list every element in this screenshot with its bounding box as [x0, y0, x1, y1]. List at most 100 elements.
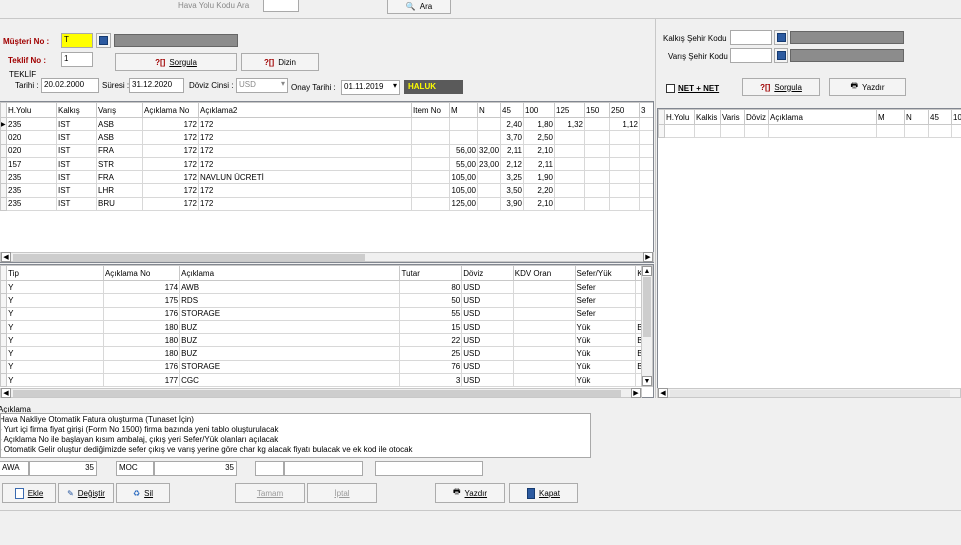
- table-cell[interactable]: 105,00: [449, 170, 478, 185]
- table-cell[interactable]: [584, 143, 610, 158]
- table-row[interactable]: [658, 123, 961, 139]
- table-cell[interactable]: [584, 196, 610, 212]
- table-cell[interactable]: Yük: [574, 346, 637, 361]
- table-cell[interactable]: [411, 170, 450, 185]
- table-cell[interactable]: [639, 183, 653, 198]
- charges-horizontal-scrollbar[interactable]: ◀ ▶: [0, 388, 642, 398]
- charges-col-header[interactable]: Sefer/Yük: [574, 265, 637, 281]
- index-button[interactable]: ?[] Dizin: [241, 53, 319, 71]
- table-cell[interactable]: [584, 170, 610, 185]
- charges-col-header[interactable]: KDV Oran: [512, 265, 576, 281]
- table-cell[interactable]: [411, 143, 450, 158]
- table-cell[interactable]: 55,00: [449, 156, 478, 172]
- table-cell[interactable]: [584, 116, 610, 132]
- awa-value-field[interactable]: 35: [29, 461, 97, 476]
- extra-field-2[interactable]: [284, 461, 363, 476]
- table-cell[interactable]: STR: [96, 156, 143, 172]
- table-cell[interactable]: 172: [142, 116, 199, 132]
- table-cell[interactable]: [411, 196, 450, 212]
- table-cell[interactable]: [609, 130, 640, 145]
- duration-input[interactable]: 31.12.2020: [129, 78, 184, 93]
- table-cell[interactable]: 80: [399, 279, 463, 295]
- table-cell[interactable]: [639, 130, 653, 145]
- table-cell[interactable]: 172: [198, 130, 412, 145]
- net-rates-col-header[interactable]: Açıklama: [768, 109, 877, 125]
- table-cell[interactable]: Yük: [574, 359, 637, 375]
- net-rates-col-header[interactable]: 10: [951, 109, 961, 125]
- delete-button[interactable]: ♻ Sil: [116, 483, 170, 503]
- notes-textarea[interactable]: Hava Nakliye Otomatik Fatura oluşturma (…: [0, 413, 591, 458]
- table-cell[interactable]: 105,00: [449, 183, 478, 198]
- offer-input[interactable]: 1: [61, 52, 93, 67]
- charges-col-header[interactable]: Tutar: [399, 265, 463, 281]
- table-cell[interactable]: 23,00: [477, 156, 501, 172]
- charges-col-header[interactable]: Tip: [6, 265, 104, 281]
- net-rates-col-header[interactable]: M: [876, 109, 905, 125]
- table-cell[interactable]: 2,12: [500, 156, 524, 172]
- rates-col-header[interactable]: 150: [584, 102, 610, 118]
- table-cell[interactable]: Yük: [574, 373, 637, 388]
- table-cell[interactable]: Y: [6, 333, 104, 348]
- table-cell[interactable]: 25: [399, 346, 463, 361]
- table-cell[interactable]: 172: [142, 143, 199, 158]
- charges-grid[interactable]: Tip Açıklama No Açıklama Tutar Döviz KDV Oran…: [0, 264, 654, 398]
- table-cell[interactable]: 50: [399, 293, 463, 308]
- rates-col-header[interactable]: 3: [639, 102, 653, 118]
- scroll-up-icon[interactable]: ▲: [642, 266, 652, 276]
- print-button[interactable]: 🖶 Yazdır: [435, 483, 505, 503]
- table-cell[interactable]: 172: [142, 196, 199, 212]
- table-cell[interactable]: 020: [6, 130, 57, 145]
- table-cell[interactable]: USD: [461, 359, 514, 375]
- table-cell[interactable]: 235: [6, 196, 57, 212]
- table-cell[interactable]: 2,40: [500, 116, 524, 132]
- table-row[interactable]: Y 176 STORAGE 55 USD Sefer: [0, 306, 653, 321]
- table-cell[interactable]: 125,00: [449, 196, 478, 212]
- table-cell[interactable]: 1,80: [523, 116, 555, 132]
- table-cell[interactable]: USD: [461, 306, 514, 321]
- table-cell[interactable]: [512, 373, 576, 388]
- table-cell[interactable]: [477, 130, 501, 145]
- charges-col-header[interactable]: Açıklama No: [102, 265, 181, 281]
- extra-field-3[interactable]: [375, 461, 483, 476]
- table-row[interactable]: 020 IST ASB 172 172 3,70 2,50: [0, 130, 653, 145]
- table-cell[interactable]: USD: [461, 279, 514, 295]
- table-cell[interactable]: [609, 170, 640, 185]
- rates-col-header[interactable]: Item No: [411, 102, 450, 118]
- table-cell[interactable]: [512, 346, 576, 361]
- charges-vertical-scrollbar[interactable]: ▲ ▼: [641, 265, 653, 387]
- table-cell[interactable]: [554, 196, 585, 212]
- table-cell[interactable]: 172: [142, 156, 199, 172]
- table-cell[interactable]: Sefer: [574, 306, 637, 321]
- table-cell[interactable]: Y: [6, 319, 104, 335]
- net-rates-col-header[interactable]: Varis: [720, 109, 745, 125]
- scroll-thumb[interactable]: [13, 390, 621, 397]
- table-cell[interactable]: 55: [399, 306, 463, 321]
- table-cell[interactable]: [477, 183, 501, 198]
- table-cell[interactable]: 172: [198, 156, 412, 172]
- table-cell[interactable]: USD: [461, 319, 514, 335]
- table-cell[interactable]: 176: [102, 359, 181, 375]
- table-cell[interactable]: USD: [461, 373, 514, 388]
- table-cell[interactable]: BUZ: [179, 346, 401, 361]
- rates-col-header[interactable]: M: [449, 102, 478, 118]
- table-row[interactable]: Y180BUZ15USDYükBI: [0, 319, 653, 335]
- complete-button[interactable]: Tamam: [235, 483, 305, 503]
- approval-date-picker[interactable]: 01.11.2019 ▾: [341, 80, 400, 95]
- table-cell[interactable]: [411, 116, 450, 132]
- table-cell[interactable]: [449, 116, 478, 132]
- rates-col-header[interactable]: Varış: [96, 102, 143, 118]
- table-cell[interactable]: [512, 279, 576, 295]
- table-cell[interactable]: [639, 156, 653, 172]
- airline-search-input[interactable]: [263, 0, 299, 12]
- table-cell[interactable]: IST: [56, 116, 97, 132]
- table-cell[interactable]: FRA: [96, 143, 143, 158]
- charges-col-header[interactable]: Döviz: [461, 265, 514, 281]
- rates-col-header[interactable]: 45: [500, 102, 524, 118]
- rates-grid[interactable]: H.Yolu Kalkış Varış Açıklama No Açıklama2 Ite…: [0, 101, 654, 263]
- table-cell[interactable]: IST: [56, 130, 97, 145]
- table-cell[interactable]: [584, 183, 610, 198]
- table-cell[interactable]: [609, 183, 640, 198]
- table-cell[interactable]: RDS: [179, 293, 401, 308]
- table-cell[interactable]: 157: [6, 156, 57, 172]
- table-row[interactable]: 235 IST LHR 172 172 105,00 3,50 2,20: [0, 183, 653, 198]
